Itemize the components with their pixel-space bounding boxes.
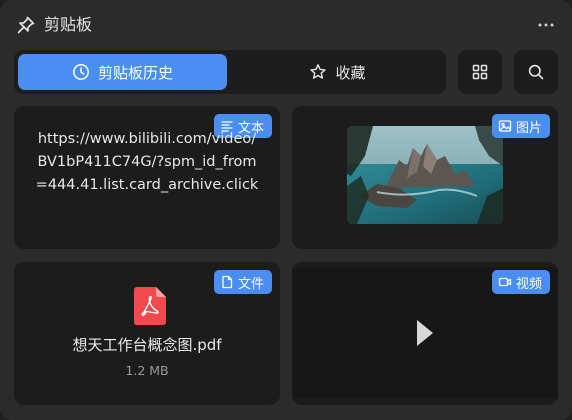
- coastal-rocks-image: [347, 126, 503, 224]
- title-bar: 剪贴板: [0, 0, 572, 50]
- play-icon[interactable]: [415, 318, 435, 348]
- clipboard-item-image[interactable]: 图片: [292, 106, 558, 249]
- file-size: 1.2 MB: [125, 363, 169, 378]
- badge-label: 图片: [515, 120, 542, 136]
- search-icon: [528, 64, 544, 80]
- clipboard-item-video[interactable]: 视频: [292, 262, 558, 405]
- clipboard-item-text[interactable]: 文本 https://www.bilibili.com/video/BV1bP4…: [14, 106, 280, 249]
- tab-label: 收藏: [335, 63, 366, 82]
- tab-bar: 剪贴板历史 收藏: [14, 50, 446, 94]
- search-button[interactable]: [514, 50, 558, 94]
- star-icon: [310, 64, 327, 79]
- more-horizontal-icon[interactable]: [536, 16, 556, 34]
- grid-icon: [472, 64, 488, 80]
- image-icon: [498, 120, 512, 132]
- grid-view-button[interactable]: [458, 50, 502, 94]
- clipboard-text-content: https://www.bilibili.com/video/BV1bP411C…: [35, 131, 259, 193]
- badge-label: 文件: [237, 276, 264, 292]
- window-title: 剪贴板: [44, 15, 93, 34]
- type-badge-video: 视频: [491, 270, 550, 294]
- tab-favorites[interactable]: 收藏: [233, 54, 442, 90]
- clipboard-item-file[interactable]: 文件 想天工作台概念图.pdf 1.2 MB: [14, 262, 280, 405]
- video-camera-icon: [498, 277, 512, 287]
- tab-label: 剪贴板历史: [97, 63, 173, 82]
- tab-clipboard-history[interactable]: 剪贴板历史: [18, 54, 227, 90]
- clock-icon: [73, 64, 89, 80]
- type-badge-image: 图片: [491, 114, 550, 138]
- file-name: 想天工作台概念图.pdf: [72, 336, 222, 354]
- file-icon: [222, 275, 233, 289]
- badge-label: 视频: [515, 276, 542, 292]
- image-thumbnail: [347, 126, 503, 224]
- type-badge-file: 文件: [213, 270, 272, 294]
- pdf-file-icon: [134, 287, 166, 325]
- clipboard-window: 剪贴板 剪贴板历史 收藏 文本 https://www.bilibili.com…: [0, 0, 572, 420]
- pin-icon[interactable]: [16, 15, 36, 35]
